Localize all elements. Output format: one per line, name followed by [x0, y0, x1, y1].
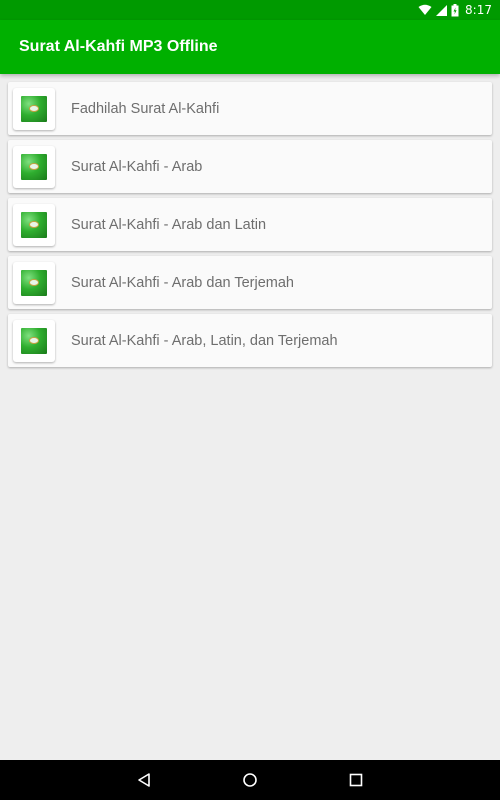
home-icon[interactable]	[235, 765, 265, 795]
list-item-label: Surat Al-Kahfi - Arab dan Latin	[71, 216, 267, 233]
list-item-fadhilah[interactable]: Fadhilah Surat Al-Kahfi	[8, 82, 492, 135]
quran-thumbnail-icon	[13, 319, 55, 362]
recents-icon[interactable]	[341, 765, 371, 795]
list-item-label: Surat Al-Kahfi - Arab	[71, 158, 203, 175]
navigation-bar	[0, 760, 500, 800]
list-item-arab-terjemah[interactable]: Surat Al-Kahfi - Arab dan Terjemah	[8, 256, 492, 309]
signal-icon	[436, 4, 448, 16]
app-bar: Surat Al-Kahfi MP3 Offline	[0, 20, 500, 74]
quran-thumbnail-icon	[13, 145, 55, 188]
list-item-label: Surat Al-Kahfi - Arab, Latin, dan Terjem…	[71, 332, 338, 349]
battery-icon	[451, 3, 459, 17]
list-item-arab[interactable]: Surat Al-Kahfi - Arab	[8, 140, 492, 193]
menu-list: Fadhilah Surat Al-Kahfi Surat Al-Kahfi -…	[0, 74, 500, 760]
list-item-arab-latin[interactable]: Surat Al-Kahfi - Arab dan Latin	[8, 198, 492, 251]
back-icon[interactable]	[129, 765, 159, 795]
list-item-arab-latin-terjemah[interactable]: Surat Al-Kahfi - Arab, Latin, dan Terjem…	[8, 314, 492, 367]
wifi-icon	[418, 4, 432, 16]
list-item-label: Surat Al-Kahfi - Arab dan Terjemah	[71, 274, 294, 291]
quran-thumbnail-icon	[13, 87, 55, 130]
quran-thumbnail-icon	[13, 203, 55, 246]
list-item-label: Fadhilah Surat Al-Kahfi	[71, 100, 220, 117]
status-bar-time: 8:17	[465, 3, 492, 17]
app-title: Surat Al-Kahfi MP3 Offline	[19, 38, 218, 55]
status-bar: 8:17	[0, 0, 500, 20]
quran-thumbnail-icon	[13, 261, 55, 304]
